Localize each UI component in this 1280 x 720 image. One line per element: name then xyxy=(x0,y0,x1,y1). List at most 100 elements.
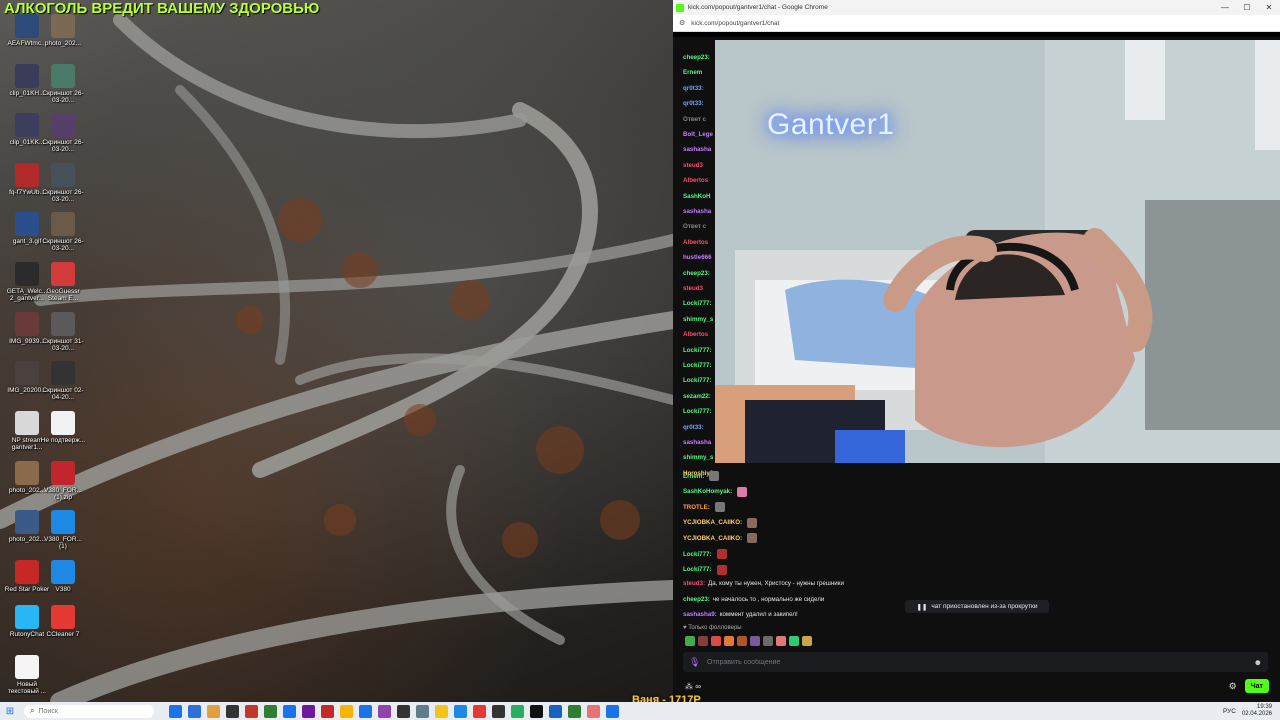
chat-username[interactable]: Locki777: xyxy=(683,362,715,369)
message-input[interactable] xyxy=(707,658,1254,666)
taskbar-app-icon[interactable] xyxy=(473,704,486,718)
minimize-button[interactable]: — xyxy=(1214,3,1236,12)
chat-username[interactable]: steud3 xyxy=(683,162,715,169)
chat-username[interactable]: Ответ с xyxy=(683,116,715,123)
chat-username[interactable]: Albertos xyxy=(683,177,715,184)
taskbar-app-icon[interactable] xyxy=(169,704,182,718)
chat-username[interactable]: shimmy_s xyxy=(683,454,715,461)
chat-username[interactable]: cheep23: xyxy=(683,54,715,61)
chat-username[interactable]: hustle666 xyxy=(683,254,715,261)
desktop-icon[interactable]: Скриншот 31-03-20... xyxy=(40,312,86,352)
taskbar-app-icon[interactable] xyxy=(245,704,258,718)
chat-username[interactable]: steud3: xyxy=(683,580,705,587)
maximize-button[interactable]: ☐ xyxy=(1236,3,1258,12)
chat-username[interactable]: cheep23: xyxy=(683,270,715,277)
chat-username[interactable]: sashasha9: xyxy=(683,611,717,618)
chat-username[interactable]: Locki777: xyxy=(683,551,712,558)
taskbar-app-icon[interactable] xyxy=(435,704,448,718)
chat-username[interactable]: Ernem: xyxy=(683,473,704,480)
taskbar-app-icon[interactable] xyxy=(264,704,277,718)
emote-icon[interactable] xyxy=(711,636,721,646)
emote-icon[interactable] xyxy=(737,636,747,646)
url-text[interactable]: kick.com/popout/gantver1/chat xyxy=(691,20,779,27)
desktop-icon[interactable]: CCleaner 7 xyxy=(40,605,86,638)
chat-username[interactable]: TROTLE: xyxy=(683,504,710,511)
chat-username[interactable]: Ernem xyxy=(683,69,715,76)
taskbar-app-icon[interactable] xyxy=(530,704,543,718)
chat-username[interactable]: Ответ с xyxy=(683,223,715,230)
taskbar-app-icon[interactable] xyxy=(226,704,239,718)
chat-username[interactable]: Albertos xyxy=(683,331,715,338)
chat-username[interactable]: sashasha xyxy=(683,439,715,446)
message-input-box[interactable]: 🎙 ☻ xyxy=(683,652,1268,672)
desktop-icon[interactable]: Скриншот 26-03-20... xyxy=(40,64,86,104)
chat-username[interactable]: qr0t33: xyxy=(683,85,715,92)
chat-username[interactable]: Locki777: xyxy=(683,566,712,573)
desktop-icon[interactable]: V380 xyxy=(40,560,86,593)
chat-username[interactable]: SashKoHomyak: xyxy=(683,488,732,495)
chat-paused-notice[interactable]: ❚❚ чат приостановлен из-за прокрутки xyxy=(905,600,1049,613)
emoji-picker-icon[interactable]: ☻ xyxy=(1254,658,1262,667)
taskbar-app-icon[interactable] xyxy=(397,704,410,718)
taskbar-app-icon[interactable] xyxy=(340,704,353,718)
emote-icon[interactable] xyxy=(724,636,734,646)
emote-icon[interactable] xyxy=(789,636,799,646)
emote-icon[interactable] xyxy=(776,636,786,646)
kicks-balance-icon[interactable]: ⁂ ∞ xyxy=(685,682,1229,691)
taskbar-app-icon[interactable] xyxy=(416,704,429,718)
stream-video[interactable]: Gantver1 xyxy=(715,40,1280,463)
chat-username[interactable]: Locki777: xyxy=(683,347,715,354)
chat-username[interactable]: Albertos xyxy=(683,239,715,246)
desktop-icon[interactable]: GeoGuessr Steam E... xyxy=(40,262,86,302)
chat-username[interactable]: sashasha xyxy=(683,146,715,153)
emote-icon[interactable] xyxy=(750,636,760,646)
chat-username[interactable]: Locki777: xyxy=(683,300,715,307)
send-chat-button[interactable]: Чат xyxy=(1244,679,1269,693)
taskbar-app-icon[interactable] xyxy=(606,704,619,718)
input-language[interactable]: РУС xyxy=(1223,708,1236,715)
taskbar-app-icon[interactable] xyxy=(454,704,467,718)
chat-username[interactable]: cheep23: xyxy=(683,596,710,603)
desktop-icon[interactable]: V380_FOR... (1).zip xyxy=(40,461,86,501)
taskbar-app-icon[interactable] xyxy=(207,704,220,718)
desktop-icon[interactable]: Не подтверж... xyxy=(40,411,86,444)
start-button-icon[interactable]: ⊞ xyxy=(0,706,20,717)
chat-username[interactable]: Locki777: xyxy=(683,377,715,384)
chat-username[interactable]: YCJIOBKA_CAIIKO: xyxy=(683,519,742,526)
taskbar-app-icon[interactable] xyxy=(283,704,296,718)
taskbar-app-icon[interactable] xyxy=(511,704,524,718)
chat-username[interactable]: Locki777: xyxy=(683,408,715,415)
chat-username[interactable]: qr0t33: xyxy=(683,100,715,107)
emote-icon[interactable] xyxy=(763,636,773,646)
kick-mic-icon[interactable]: 🎙 xyxy=(689,657,700,668)
settings-gear-icon[interactable]: ⚙ xyxy=(1229,681,1237,692)
taskbar-app-icon[interactable] xyxy=(188,704,201,718)
chat-username[interactable]: Bolt_Lege xyxy=(683,131,715,138)
chat-username[interactable]: sezam22: xyxy=(683,393,715,400)
desktop-icon[interactable]: Скриншот 26-03-20... xyxy=(40,113,86,153)
taskbar-app-icon[interactable] xyxy=(492,704,505,718)
taskbar-app-icon[interactable] xyxy=(302,704,315,718)
taskbar-clock[interactable]: 19:39 02.04.2026 xyxy=(1242,704,1272,718)
chat-username[interactable]: shimmy_s xyxy=(683,316,715,323)
desktop-icon[interactable]: Новый текстовый ... xyxy=(4,655,50,695)
taskbar-app-icon[interactable] xyxy=(321,704,334,718)
taskbar-app-icon[interactable] xyxy=(359,704,372,718)
taskbar-search-input[interactable] xyxy=(38,707,139,715)
chat-username[interactable]: qr0t33: xyxy=(683,424,715,431)
chat-username[interactable]: SashKoH xyxy=(683,193,715,200)
emote-icon[interactable] xyxy=(698,636,708,646)
chat-username[interactable]: sashasha xyxy=(683,208,715,215)
desktop-icon[interactable]: Скриншот 02-04-20... xyxy=(40,361,86,401)
taskbar-search[interactable]: ⌕ xyxy=(24,704,154,718)
close-button[interactable]: ✕ xyxy=(1258,3,1280,12)
desktop-icon[interactable]: photo_202... xyxy=(40,14,86,47)
taskbar-app-icon[interactable] xyxy=(568,704,581,718)
desktop-icon[interactable]: V380_FOR... (1) xyxy=(40,510,86,550)
desktop-icon[interactable]: Скриншот 26-03-20... xyxy=(40,163,86,203)
desktop-icon[interactable]: Скриншот 26-03-20... xyxy=(40,212,86,252)
taskbar-app-icon[interactable] xyxy=(378,704,391,718)
address-bar[interactable]: ⚙ kick.com/popout/gantver1/chat xyxy=(673,15,1280,32)
emote-icon[interactable] xyxy=(685,636,695,646)
taskbar-app-icon[interactable] xyxy=(549,704,562,718)
